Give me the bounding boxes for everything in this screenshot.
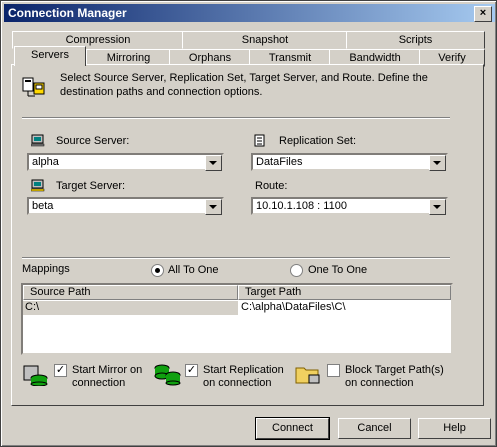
column-source-path[interactable]: Source Path xyxy=(23,285,238,300)
mappings-list[interactable]: Source Path Target Path C:\ C:\alpha\Dat… xyxy=(21,283,453,355)
start-replication-icon xyxy=(154,364,181,386)
help-button[interactable]: Help xyxy=(418,418,491,439)
route-combo[interactable]: 10.10.1.108 : 1100 xyxy=(251,197,448,215)
window-title: Connection Manager xyxy=(8,6,127,20)
target-server-value: beta xyxy=(32,200,54,212)
replication-set-value: DataFiles xyxy=(256,156,303,168)
start-mirror-label[interactable]: Start Mirror on connection xyxy=(72,364,142,390)
separator xyxy=(22,117,450,119)
tab-snapshot[interactable]: Snapshot xyxy=(182,31,348,49)
servers-info-icon xyxy=(22,77,45,97)
start-mirror-icon xyxy=(23,365,48,386)
column-target-path[interactable]: Target Path xyxy=(238,285,451,300)
route-value: 10.10.1.108 : 1100 xyxy=(256,200,347,212)
chevron-down-icon[interactable] xyxy=(429,155,446,171)
source-path-cell: C:\ xyxy=(25,301,40,313)
start-mirror-line1: Start Mirror on xyxy=(72,364,143,376)
tab-scripts[interactable]: Scripts xyxy=(346,31,485,49)
separator xyxy=(22,257,450,259)
source-server-label: Source Server: xyxy=(56,135,130,147)
start-replication-checkbox[interactable]: ✓ xyxy=(185,364,198,377)
target-server-label: Target Server: xyxy=(56,180,126,192)
block-target-checkbox[interactable] xyxy=(327,364,340,377)
mappings-label: Mappings xyxy=(22,263,70,275)
block-target-label[interactable]: Block Target Path(s) on connection xyxy=(345,364,444,390)
chevron-down-icon[interactable] xyxy=(205,199,222,215)
start-replication-label[interactable]: Start Replication on connection xyxy=(203,364,284,390)
block-target-line1: Block Target Path(s) xyxy=(345,364,444,376)
start-mirror-line2: connection xyxy=(72,377,126,389)
computer-icon xyxy=(31,134,45,147)
one-to-one-radio[interactable] xyxy=(290,264,303,277)
block-target-line2: on connection xyxy=(345,377,414,389)
one-to-one-label[interactable]: One To One xyxy=(308,264,367,276)
start-replication-line2: on connection xyxy=(203,377,272,389)
replication-set-label: Replication Set: xyxy=(279,135,357,147)
target-server-combo[interactable]: beta xyxy=(27,197,224,215)
all-to-one-radio[interactable] xyxy=(151,264,164,277)
chevron-down-icon[interactable] xyxy=(429,199,446,215)
computer-icon xyxy=(31,179,45,192)
all-to-one-label[interactable]: All To One xyxy=(168,264,219,276)
replication-set-icon xyxy=(254,134,265,147)
connect-button[interactable]: Connect xyxy=(255,417,330,440)
folder-icon xyxy=(295,367,320,384)
tab-servers[interactable]: Servers xyxy=(14,46,86,66)
close-icon[interactable]: × xyxy=(474,6,492,22)
source-server-combo[interactable]: alpha xyxy=(27,153,224,171)
source-server-value: alpha xyxy=(32,156,59,168)
cancel-button[interactable]: Cancel xyxy=(338,418,411,439)
table-row[interactable]: C:\ xyxy=(23,301,238,315)
start-mirror-checkbox[interactable]: ✓ xyxy=(54,364,67,377)
title-bar[interactable]: Connection Manager × xyxy=(4,4,495,22)
start-replication-line1: Start Replication xyxy=(203,364,284,376)
target-path-cell: C:\alpha\DataFiles\C\ xyxy=(241,301,346,313)
description-text: Select Source Server, Replication Set, T… xyxy=(60,72,428,98)
replication-set-combo[interactable]: DataFiles xyxy=(251,153,448,171)
route-label: Route: xyxy=(255,180,288,192)
chevron-down-icon[interactable] xyxy=(205,155,222,171)
